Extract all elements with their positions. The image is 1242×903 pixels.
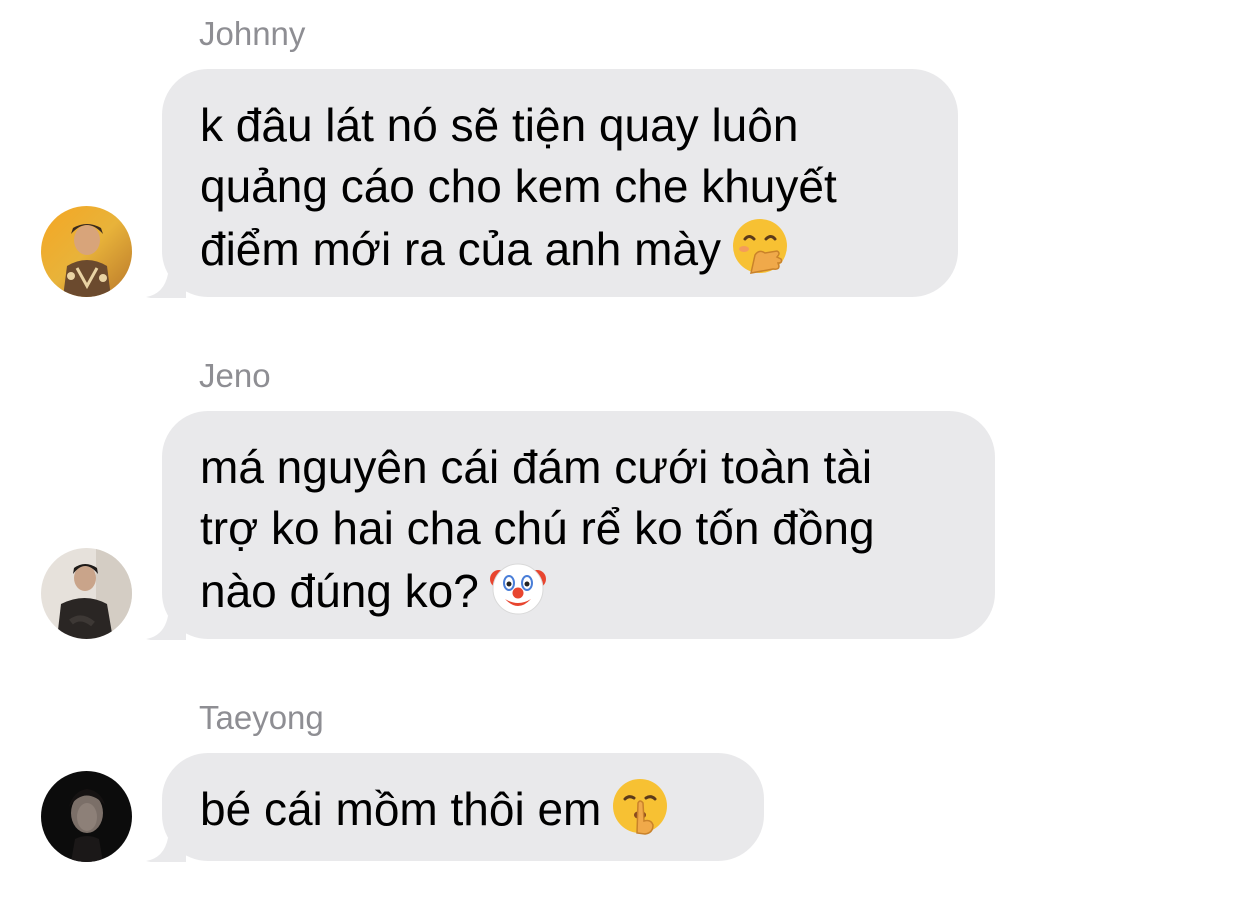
message-text-segment: bé cái mồm thôi em — [200, 783, 602, 835]
message-text-line: quảng cáo cho kem che khuyết — [200, 160, 837, 212]
avatar[interactable] — [41, 771, 132, 862]
avatar-photo — [41, 548, 132, 639]
message-group: Johnny k đâu lát nó sẽ tiện quay luôn qu… — [0, 0, 1242, 310]
message-text-segment: nào đúng ko? — [200, 565, 479, 617]
hand-over-mouth-emoji — [733, 219, 788, 274]
avatar[interactable] — [41, 206, 132, 297]
message-text-line: má nguyên cái đám cưới toàn tài — [200, 441, 873, 493]
avatar[interactable] — [41, 548, 132, 639]
shushing-face-emoji — [613, 779, 668, 835]
message-text-line: nào đúng ko? — [200, 559, 957, 622]
message-bubble[interactable]: k đâu lát nó sẽ tiện quay luôn quảng cáo… — [162, 69, 958, 297]
message-text-line: trợ ko hai cha chú rể ko tốn đồng — [200, 502, 875, 554]
avatar-photo — [41, 771, 132, 862]
message-text-segment: điểm mới ra của anh mày — [200, 223, 722, 275]
sender-name: Taeyong — [199, 699, 324, 736]
message-text-line: điểm mới ra của anh mày — [200, 217, 920, 280]
message-text-line: k đâu lát nó sẽ tiện quay luôn — [200, 99, 799, 151]
message-group: Taeyong bé cái mồm thôi em — [0, 684, 1242, 903]
message-text-line: bé cái mồm thôi em — [200, 777, 726, 840]
message-bubble[interactable]: bé cái mồm thôi em — [162, 753, 764, 861]
avatar-photo — [41, 206, 132, 297]
message-group: Jeno má nguyên cái đám cưới toàn tài trợ… — [0, 342, 1242, 652]
sender-name: Johnny — [199, 15, 306, 52]
message-bubble[interactable]: má nguyên cái đám cưới toàn tài trợ ko h… — [162, 411, 995, 639]
clown-face-emoji — [489, 563, 546, 615]
sender-name: Jeno — [199, 357, 271, 394]
